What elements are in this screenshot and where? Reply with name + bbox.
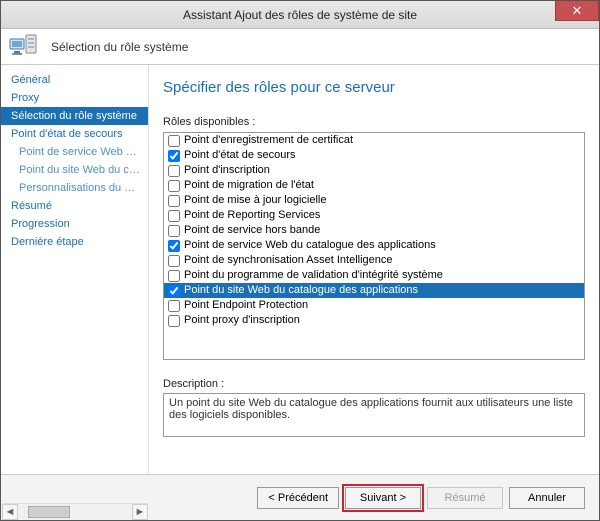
header-subtitle: Sélection du rôle système xyxy=(51,40,188,54)
roles-label: Rôles disponibles : xyxy=(163,116,585,128)
role-checkbox[interactable] xyxy=(168,270,180,282)
next-button[interactable]: Suivant > xyxy=(345,487,421,509)
sidebar-item-5[interactable]: Point du site Web du cata… xyxy=(1,161,148,179)
roles-listbox[interactable]: Point d'enregistrement de certificatPoin… xyxy=(163,132,585,360)
role-row[interactable]: Point du programme de validation d'intég… xyxy=(164,268,584,283)
sidebar-item-9[interactable]: Dernière étape xyxy=(1,233,148,251)
description-label: Description : xyxy=(163,378,585,390)
role-row[interactable]: Point proxy d'inscription xyxy=(164,313,584,328)
wizard-body: GénéralProxySélection du rôle systèmePoi… xyxy=(1,65,599,474)
header-strip: Sélection du rôle système xyxy=(1,29,599,65)
close-icon: ✕ xyxy=(572,3,583,19)
sidebar-item-4[interactable]: Point de service Web du c… xyxy=(1,143,148,161)
wizard-window: Assistant Ajout des rôles de système de … xyxy=(0,0,600,521)
role-row[interactable]: Point de service Web du catalogue des ap… xyxy=(164,238,584,253)
role-row[interactable]: Point de service hors bande xyxy=(164,223,584,238)
close-button[interactable]: ✕ xyxy=(555,1,599,21)
role-label: Point de service hors bande xyxy=(184,223,320,238)
scroll-right-arrow-icon[interactable]: ► xyxy=(132,504,148,520)
role-checkbox[interactable] xyxy=(168,135,180,147)
role-row[interactable]: Point de Reporting Services xyxy=(164,208,584,223)
role-checkbox[interactable] xyxy=(168,165,180,177)
scroll-track[interactable] xyxy=(18,504,132,520)
sidebar-nav: GénéralProxySélection du rôle systèmePoi… xyxy=(1,65,149,474)
sidebar-item-7[interactable]: Résumé xyxy=(1,197,148,215)
role-row[interactable]: Point d'enregistrement de certificat xyxy=(164,133,584,148)
sidebar-item-8[interactable]: Progression xyxy=(1,215,148,233)
role-row[interactable]: Point d'inscription xyxy=(164,163,584,178)
site-system-icon xyxy=(9,33,41,61)
sidebar-item-2[interactable]: Sélection du rôle système xyxy=(1,107,148,125)
sidebar-h-scrollbar[interactable]: ◄ ► xyxy=(2,503,148,519)
role-label: Point proxy d'inscription xyxy=(184,313,300,328)
role-label: Point Endpoint Protection xyxy=(184,298,308,313)
role-row[interactable]: Point d'état de secours xyxy=(164,148,584,163)
role-label: Point de service Web du catalogue des ap… xyxy=(184,238,436,253)
role-checkbox[interactable] xyxy=(168,255,180,267)
role-label: Point de mise à jour logicielle xyxy=(184,193,326,208)
scroll-left-arrow-icon[interactable]: ◄ xyxy=(2,504,18,520)
titlebar[interactable]: Assistant Ajout des rôles de système de … xyxy=(1,1,599,29)
role-checkbox[interactable] xyxy=(168,180,180,192)
role-checkbox[interactable] xyxy=(168,300,180,312)
role-checkbox[interactable] xyxy=(168,285,180,297)
role-checkbox[interactable] xyxy=(168,150,180,162)
page-title: Spécifier des rôles pour ce serveur xyxy=(163,79,585,96)
cancel-button[interactable]: Annuler xyxy=(509,487,585,509)
main-panel: Spécifier des rôles pour ce serveur Rôle… xyxy=(149,65,599,474)
summary-button[interactable]: Résumé xyxy=(427,487,503,509)
role-label: Point du site Web du catalogue des appli… xyxy=(184,283,418,298)
role-row[interactable]: Point de migration de l'état xyxy=(164,178,584,193)
description-text: Un point du site Web du catalogue des ap… xyxy=(169,397,573,421)
role-checkbox[interactable] xyxy=(168,210,180,222)
window-title: Assistant Ajout des rôles de système de … xyxy=(183,8,417,22)
sidebar-item-6[interactable]: Personnalisations du cata… xyxy=(1,179,148,197)
role-row[interactable]: Point de mise à jour logicielle xyxy=(164,193,584,208)
role-label: Point d'inscription xyxy=(184,163,270,178)
role-checkbox[interactable] xyxy=(168,315,180,327)
sidebar-item-3[interactable]: Point d'état de secours xyxy=(1,125,148,143)
role-checkbox[interactable] xyxy=(168,240,180,252)
role-checkbox[interactable] xyxy=(168,225,180,237)
role-row[interactable]: Point du site Web du catalogue des appli… xyxy=(164,283,584,298)
role-row[interactable]: Point de synchronisation Asset Intellige… xyxy=(164,253,584,268)
sidebar-item-1[interactable]: Proxy xyxy=(1,89,148,107)
role-label: Point du programme de validation d'intég… xyxy=(184,268,443,283)
role-row[interactable]: Point Endpoint Protection xyxy=(164,298,584,313)
role-label: Point de Reporting Services xyxy=(184,208,320,223)
description-box: Un point du site Web du catalogue des ap… xyxy=(163,393,585,437)
previous-button[interactable]: < Précédent xyxy=(257,487,339,509)
role-label: Point d'enregistrement de certificat xyxy=(184,133,353,148)
scroll-thumb[interactable] xyxy=(28,506,70,518)
sidebar-item-0[interactable]: Général xyxy=(1,71,148,89)
role-label: Point d'état de secours xyxy=(184,148,296,163)
role-checkbox[interactable] xyxy=(168,195,180,207)
role-label: Point de synchronisation Asset Intellige… xyxy=(184,253,393,268)
role-label: Point de migration de l'état xyxy=(184,178,314,193)
